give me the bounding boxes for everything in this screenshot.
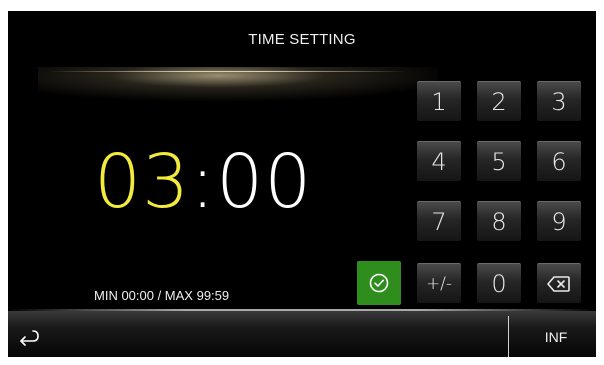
key-7[interactable]: 7 <box>417 201 461 241</box>
info-button[interactable]: INF <box>526 317 586 357</box>
key-4[interactable]: 4 <box>417 141 461 181</box>
key-3[interactable]: 3 <box>537 81 581 121</box>
minutes-value[interactable]: 03 <box>94 139 190 225</box>
page-title: TIME SETTING <box>248 31 356 48</box>
key-8[interactable]: 8 <box>477 201 521 241</box>
key-0[interactable]: 0 <box>477 263 521 303</box>
time-display[interactable]: 03:00 <box>94 137 312 227</box>
key-2[interactable]: 2 <box>477 81 521 121</box>
back-button[interactable] <box>16 327 42 349</box>
confirm-button[interactable] <box>357 261 401 305</box>
key-5[interactable]: 5 <box>477 141 521 181</box>
key-6[interactable]: 6 <box>537 141 581 181</box>
backspace-icon <box>547 276 570 292</box>
range-label: MIN 00:00 / MAX 99:59 <box>94 288 230 303</box>
return-arrow-icon <box>20 330 39 346</box>
time-separator: : <box>190 139 217 225</box>
seconds-value[interactable]: 00 <box>216 139 312 225</box>
check-circle-icon <box>369 273 389 293</box>
footer-separator <box>508 316 509 357</box>
key-1[interactable]: 1 <box>417 81 461 121</box>
key-plus-minus[interactable]: +/- <box>417 263 461 303</box>
screen: TIME SETTING 03:00 MIN 00:00 / MAX 99:59… <box>0 0 604 365</box>
header-glow <box>38 67 438 115</box>
backspace-button[interactable] <box>537 263 581 303</box>
key-9[interactable]: 9 <box>537 201 581 241</box>
header-divider <box>48 71 408 72</box>
time-setting-panel: TIME SETTING 03:00 MIN 00:00 / MAX 99:59… <box>8 11 596 357</box>
